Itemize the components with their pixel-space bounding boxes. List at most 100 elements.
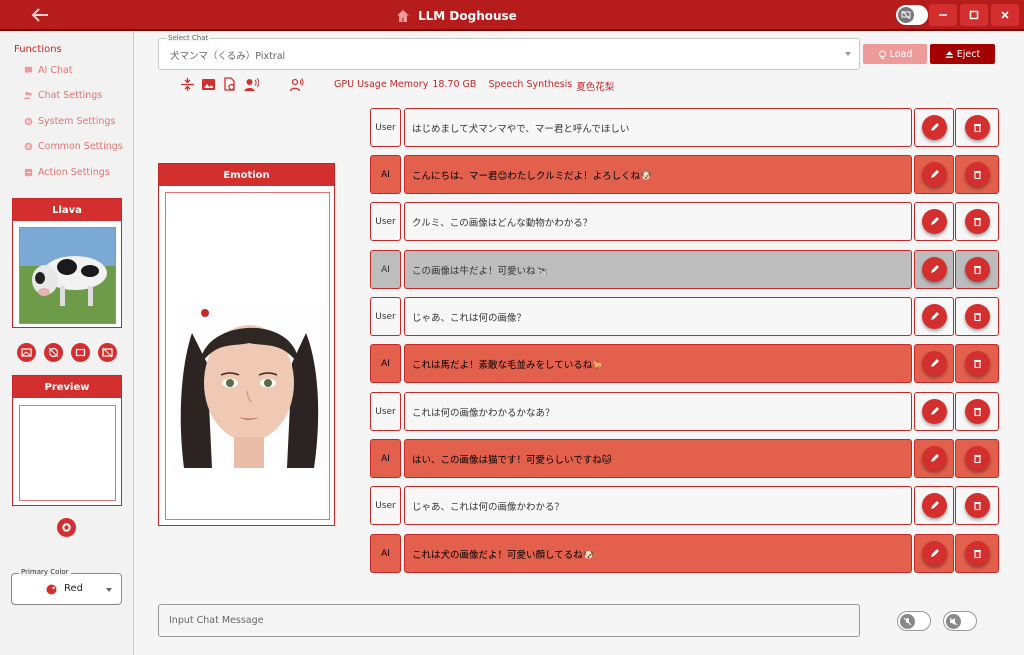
fullscreen-button[interactable] bbox=[71, 343, 90, 362]
message-text[interactable]: こんにちは、マー君😊わたしクルミだよ！よろしくね🐶 bbox=[404, 155, 912, 194]
sidebar-item-chat-settings[interactable]: Chat Settings bbox=[24, 87, 102, 103]
sidebar-item-action-settings[interactable]: Action Settings bbox=[24, 164, 110, 180]
document-search-icon[interactable] bbox=[222, 77, 237, 92]
edit-button[interactable] bbox=[921, 209, 947, 234]
message-role: User bbox=[370, 392, 401, 431]
theme-toggle[interactable] bbox=[896, 5, 928, 25]
sidebar-item-label: System Settings bbox=[38, 115, 116, 127]
trash-icon bbox=[973, 170, 981, 180]
edit-cell bbox=[914, 392, 954, 431]
sidebar-item-label: Chat Settings bbox=[38, 89, 103, 101]
sidebar-item-label: Common Settings bbox=[38, 140, 123, 152]
delete-cell bbox=[955, 344, 999, 383]
window-icon bbox=[75, 348, 86, 357]
preview-panel: Preview bbox=[12, 375, 122, 506]
pencil-icon bbox=[930, 312, 939, 320]
message-role: AI bbox=[370, 439, 401, 478]
delete-button[interactable] bbox=[964, 257, 990, 282]
voice-person-icon[interactable] bbox=[244, 77, 259, 92]
minimize-button[interactable] bbox=[929, 4, 957, 26]
delete-button[interactable] bbox=[964, 162, 990, 187]
delete-cell bbox=[955, 439, 999, 478]
message-text[interactable]: はじめまして犬マンマやで、マー君と呼んでほしい bbox=[404, 108, 912, 147]
message-text[interactable]: これは犬の画像だよ！可愛い顔してるね🐶 bbox=[404, 534, 912, 573]
delete-button[interactable] bbox=[964, 351, 990, 376]
image-icon[interactable] bbox=[201, 77, 216, 92]
gpu-label: GPU Usage Memory bbox=[334, 79, 429, 90]
message-role: AI bbox=[370, 534, 401, 573]
message-content: はじめまして犬マンマやで、マー君と呼んでほしい bbox=[412, 123, 630, 135]
delete-button[interactable] bbox=[964, 446, 990, 471]
edit-cell bbox=[914, 202, 954, 241]
edit-button[interactable] bbox=[921, 115, 947, 140]
eject-button[interactable]: Eject bbox=[930, 44, 995, 64]
sidebar-item-ai-chat[interactable]: AI Chat bbox=[24, 62, 73, 78]
delete-button[interactable] bbox=[964, 304, 990, 329]
edit-cell bbox=[914, 344, 954, 383]
speech-person-icon[interactable] bbox=[289, 77, 304, 92]
message-role: User bbox=[370, 108, 401, 147]
delete-button[interactable] bbox=[964, 493, 990, 518]
message-text[interactable]: この画像は牛だよ！可愛いね🐄 bbox=[404, 250, 912, 289]
trash-icon bbox=[973, 312, 981, 322]
palette-button[interactable] bbox=[57, 518, 76, 537]
edit-button[interactable] bbox=[921, 541, 947, 566]
edit-button[interactable] bbox=[921, 399, 947, 424]
delete-button[interactable] bbox=[964, 115, 990, 140]
pencil-icon bbox=[930, 454, 939, 462]
image-off-icon bbox=[102, 347, 113, 358]
message-role: AI bbox=[370, 344, 401, 383]
edit-button[interactable] bbox=[921, 351, 947, 376]
message-text[interactable]: じゃあ、これは何の画像？ bbox=[404, 297, 912, 336]
edit-button[interactable] bbox=[921, 304, 947, 329]
image-button[interactable] bbox=[17, 343, 36, 362]
edit-button[interactable] bbox=[921, 257, 947, 282]
monitor-off-icon bbox=[898, 7, 914, 23]
chat-message-input[interactable] bbox=[159, 605, 859, 636]
app-title: LLM Doghouse bbox=[418, 9, 517, 23]
maximize-button[interactable] bbox=[960, 4, 988, 26]
load-button[interactable]: Load bbox=[863, 44, 927, 64]
maximize-icon bbox=[969, 10, 979, 20]
trash-icon bbox=[973, 501, 981, 511]
edit-button[interactable] bbox=[921, 493, 947, 518]
mic-off-icon bbox=[900, 614, 915, 629]
delete-cell bbox=[955, 155, 999, 194]
timer-off-button[interactable] bbox=[44, 343, 63, 362]
message-text[interactable]: これは馬だよ！素敵な毛並みをしているね🐎 bbox=[404, 344, 912, 383]
primary-color-select[interactable]: Primary Color Red bbox=[11, 568, 122, 605]
edit-button[interactable] bbox=[921, 162, 947, 187]
message-text[interactable]: はい、この画像は猫です！可愛らしいですね🐱 bbox=[404, 439, 912, 478]
edit-button[interactable] bbox=[921, 446, 947, 471]
sidebar-item-system-settings[interactable]: System Settings bbox=[24, 113, 115, 129]
back-arrow-icon[interactable] bbox=[28, 3, 52, 27]
delete-button[interactable] bbox=[964, 399, 990, 424]
sidebar: Functions AI Chat Chat Settings System S… bbox=[0, 31, 134, 655]
primary-color-value: Red bbox=[64, 583, 83, 594]
sidebar-item-common-settings[interactable]: Common Settings bbox=[24, 138, 123, 154]
bulb-icon bbox=[878, 50, 886, 59]
functions-heading: Functions bbox=[14, 44, 62, 55]
close-button[interactable] bbox=[991, 4, 1019, 26]
llava-image-frame bbox=[19, 227, 116, 324]
window-title: LLM Doghouse bbox=[396, 7, 517, 25]
image-off-button[interactable] bbox=[98, 343, 117, 362]
select-chat-dropdown[interactable]: Select Chat 犬マンマ（くるみ）Pixtral bbox=[158, 34, 860, 70]
pencil-icon bbox=[930, 170, 939, 178]
delete-button[interactable] bbox=[964, 541, 990, 566]
delete-cell bbox=[955, 392, 999, 431]
pencil-icon bbox=[930, 501, 939, 509]
emotion-panel-title: Emotion bbox=[159, 164, 334, 186]
message-text[interactable]: クルミ、この画像はどんな動物かわかる？ bbox=[404, 202, 912, 241]
delete-button[interactable] bbox=[964, 209, 990, 234]
gear-icon bbox=[62, 523, 71, 532]
split-icon[interactable] bbox=[180, 77, 195, 92]
message-content: これは何の画像かわかるかなあ？ bbox=[412, 407, 555, 419]
speaker-toggle[interactable] bbox=[943, 611, 977, 631]
people-icon bbox=[24, 91, 32, 99]
speech-value: 夏色花梨 bbox=[576, 82, 615, 93]
message-text[interactable]: これは何の画像かわかるかなあ？ bbox=[404, 392, 912, 431]
message-text[interactable]: じゃあ、これは何の画像かわかる？ bbox=[404, 486, 912, 525]
message-content: この画像は牛だよ！可愛いね🐄 bbox=[412, 265, 548, 277]
mic-toggle[interactable] bbox=[897, 611, 931, 631]
